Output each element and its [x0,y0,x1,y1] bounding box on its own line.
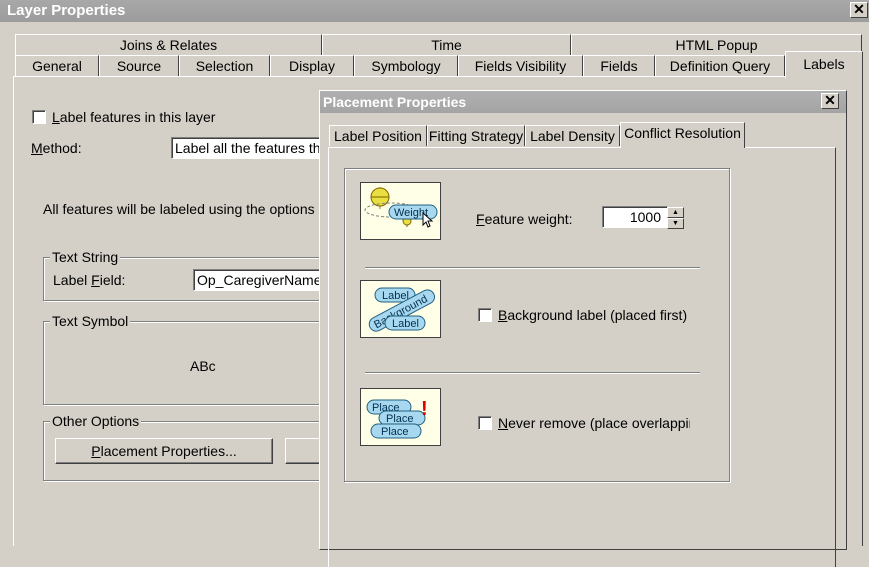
never-remove-checkbox[interactable] [478,416,492,430]
tab-fitting-strategy[interactable]: Fitting Strategy [427,125,525,146]
label-text: ield: [99,272,126,288]
tab-label: Fitting Strategy [428,128,524,144]
thumb-text: Place [381,426,409,438]
thumb-text: Place [386,413,414,425]
tab-label: Labels [803,56,845,72]
tab-label: Fields Visibility [474,58,567,74]
thumb-text: Label [392,318,419,330]
window-title-bar: Layer Properties ✕ [0,0,869,22]
dialog-title: Placement Properties [323,94,467,110]
tab-label: Label Position [334,128,422,144]
tab-label: Display [289,58,335,74]
tab-labels[interactable]: Labels [785,51,863,78]
never-remove-illustration: Place Place Place ! [360,388,441,446]
other-options-group-label: Other Options [50,413,142,429]
tab-display[interactable]: Display [270,55,354,77]
placement-properties-dialog: Placement Properties ✕ Label Position Fi… [319,90,847,567]
thumb-text: Label [382,290,409,302]
tab-label: Definition Query [669,58,771,74]
method-select[interactable]: Label all the features the [171,137,321,159]
text-symbol-group-label: Text Symbol [50,313,131,329]
tab-label: HTML Popup [675,37,758,53]
tab-label: General [32,58,82,74]
spin-down-icon[interactable]: ▼ [667,218,684,229]
background-label-text: Background label (placed first) [498,307,687,323]
accel: P [91,443,101,459]
tab-label: Time [431,37,462,53]
weight-icon: Weight [364,187,438,228]
background-label-icon: Label Background Label [368,287,435,332]
spin-up-icon[interactable]: ▲ [667,207,684,218]
tab-label: Source [116,58,162,74]
method-label: Method: [31,140,82,156]
label-field-select[interactable]: Op_CaregiverName [193,269,323,291]
label-text: abel features in this layer [59,109,216,125]
tab-label: Symbology [371,58,441,74]
tab-selection[interactable]: Selection [179,55,270,77]
label-text: ever remove (place overlapping) [508,415,690,431]
tab-fields-visibility[interactable]: Fields Visibility [458,55,583,77]
accel: L [52,109,60,125]
tab-source[interactable]: Source [99,55,179,77]
accel: F [91,272,100,288]
text-symbol-group [43,321,333,405]
separator [365,372,700,374]
tab-definition-query[interactable]: Definition Query [655,55,785,77]
background-label-illustration: Label Background Label [360,280,441,338]
label-text: ackground label (placed first) [507,307,688,323]
tab-label-density[interactable]: Label Density [525,125,620,146]
tab-general[interactable]: General [15,55,99,77]
dialog-close-button[interactable]: ✕ [821,93,839,109]
tab-label: Selection [195,58,254,74]
never-remove-text: Never remove (place overlapping) [498,415,690,431]
feature-weight-input[interactable]: 1000 [602,206,668,228]
accel: N [498,415,509,431]
close-icon: ✕ [853,1,865,17]
text-string-group-label: Text String [50,249,121,265]
accel: M [31,140,43,156]
accel: B [498,307,508,323]
window-title: Layer Properties [7,2,126,19]
tab-label-position[interactable]: Label Position [329,125,427,146]
separator [365,267,700,269]
tab-fields[interactable]: Fields [583,55,655,77]
close-icon: ✕ [824,92,836,108]
info-text: All features will be labeled using the o… [43,201,334,217]
tab-time[interactable]: Time [322,34,571,56]
label-features-checkbox[interactable] [32,110,46,124]
accel: F [476,211,485,227]
dialog-title-bar: Placement Properties ✕ [320,91,846,113]
label-text: ethod: [42,140,82,156]
label-features-label: Label features in this layer [52,109,215,125]
exclamation-icon: ! [421,398,428,420]
placement-properties-button[interactable]: Placement Properties... [55,438,273,464]
tab-label: Fields [600,58,638,74]
label-text: Label [53,272,92,288]
tab-label: Label Density [530,128,615,144]
background-label-checkbox[interactable] [478,308,492,322]
label-field-label: Label Field: [53,272,125,288]
tab-joins-relates[interactable]: Joins & Relates [15,34,322,56]
feature-weight-illustration: Weight [360,182,441,240]
tab-label: Conflict Resolution [624,125,741,141]
text-symbol-preview: ABc [190,358,216,374]
label-text: eature weight: [484,211,573,227]
close-button[interactable]: ✕ [850,2,868,18]
feature-weight-label: Feature weight: [476,211,573,227]
feature-weight-spinner[interactable]: ▲ ▼ [667,207,684,229]
overlapping-labels-icon: Place Place Place ! [366,398,428,439]
tab-symbology[interactable]: Symbology [354,55,458,77]
tab-label: Joins & Relates [119,37,218,53]
button-label: lacement Properties... [100,443,237,459]
tab-conflict-resolution[interactable]: Conflict Resolution [620,122,745,148]
